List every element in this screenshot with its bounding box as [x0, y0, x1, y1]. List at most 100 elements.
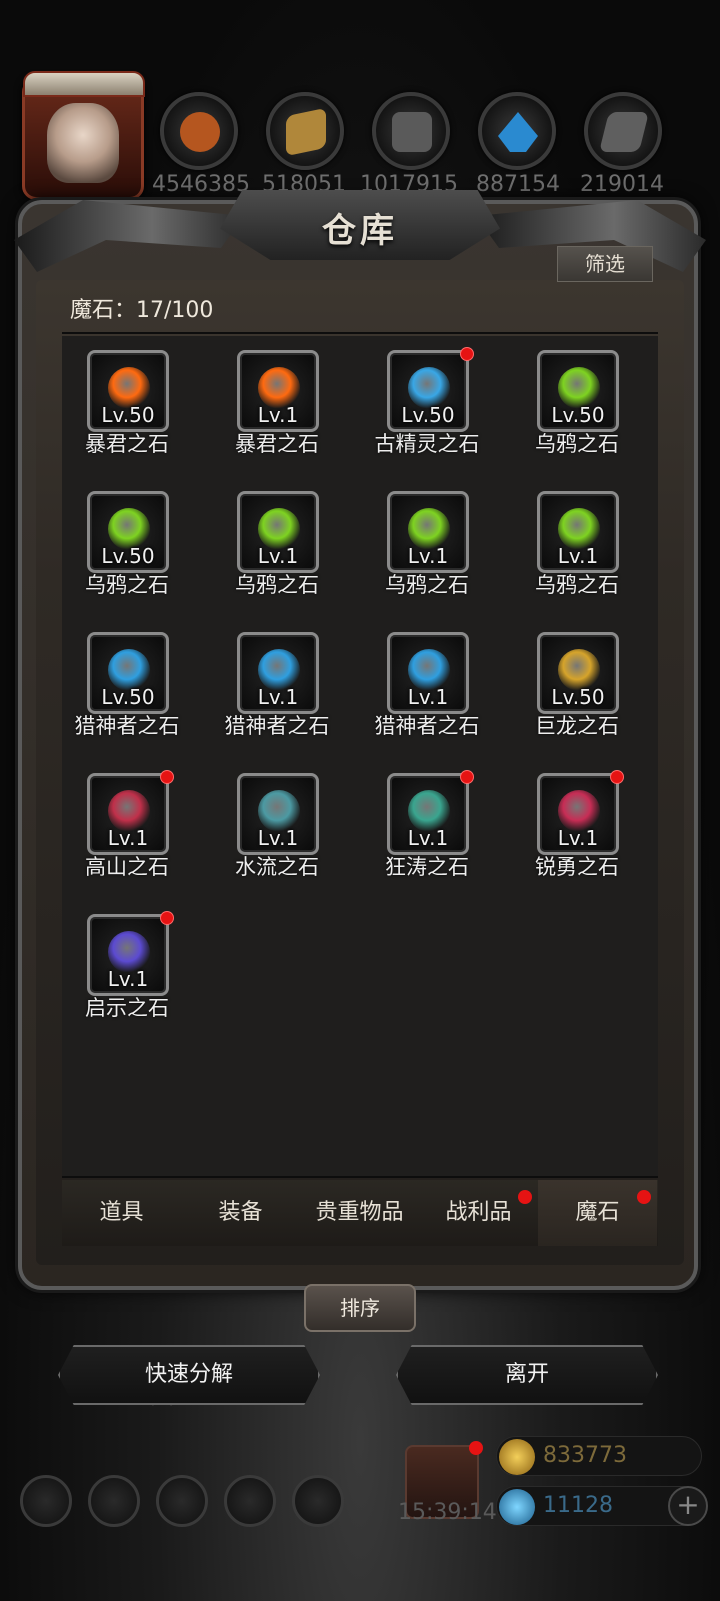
item-level: Lv.1: [407, 826, 449, 850]
stone-item[interactable]: Lv.1 乌鸦之石: [352, 481, 502, 601]
gold-amount: 833773: [543, 1443, 627, 1468]
resource-meat[interactable]: [160, 92, 238, 170]
item-slot: Lv.1: [387, 491, 469, 573]
item-name: 狂涛之石: [385, 855, 469, 879]
stone-item[interactable]: Lv.1 猎神者之石: [202, 622, 352, 742]
resource-crystal[interactable]: [478, 92, 556, 170]
guild-icon[interactable]: [292, 1475, 344, 1527]
item-level: Lv.50: [101, 403, 155, 427]
stone-item[interactable]: Lv.1 猎神者之石: [352, 622, 502, 742]
avatar-crest: [23, 71, 145, 97]
stone-item[interactable]: Lv.50 巨龙之石: [502, 622, 652, 742]
rank-icon[interactable]: [156, 1475, 208, 1527]
gem-amount: 11128: [543, 1493, 613, 1518]
resource-iron-value: 219014: [580, 172, 664, 197]
item-name: 水流之石: [235, 855, 319, 879]
category-tabs: 道具 装备 贵重物品 战利品 魔石: [62, 1180, 658, 1246]
tab-label: 装备: [218, 1200, 263, 1225]
filter-button[interactable]: 筛选: [557, 246, 653, 282]
item-slot: Lv.50: [87, 350, 169, 432]
gem-coin-icon: [499, 1489, 535, 1525]
item-level: Lv.50: [401, 403, 455, 427]
stone-item[interactable]: Lv.50 暴君之石: [52, 340, 202, 460]
item-slot: Lv.1: [387, 632, 469, 714]
item-level: Lv.50: [551, 685, 605, 709]
item-level: Lv.50: [101, 685, 155, 709]
alert-dot: [460, 770, 474, 784]
stone-item[interactable]: Lv.1 启示之石: [52, 904, 202, 1024]
item-slot: Lv.1: [537, 491, 619, 573]
alert-dot: [469, 1441, 483, 1455]
stone-icon: [392, 112, 432, 152]
tab-loot[interactable]: 战利品: [419, 1180, 538, 1246]
sort-button[interactable]: 排序: [304, 1284, 416, 1332]
tab-items[interactable]: 道具: [62, 1180, 181, 1246]
item-slot: Lv.50: [87, 491, 169, 573]
item-level: Lv.50: [101, 544, 155, 568]
tab-label: 魔石: [575, 1200, 620, 1225]
divider-bottom: [62, 1176, 658, 1178]
item-name: 古精灵之石: [374, 432, 480, 456]
gift-timer: 15:39:14: [398, 1500, 497, 1525]
stone-item[interactable]: Lv.1 乌鸦之石: [502, 481, 652, 601]
item-level: Lv.1: [107, 967, 149, 991]
game-screen: 4546385 518051 1017915 887154 219014 仓库 …: [0, 0, 720, 1601]
divider-top: [62, 332, 658, 334]
meat-icon: [180, 112, 220, 152]
item-grid: [62, 336, 658, 1178]
alert-dot: [518, 1190, 532, 1204]
quick-decompose-button[interactable]: 快速分解: [58, 1345, 320, 1405]
tab-label: 战利品: [445, 1200, 512, 1225]
item-name: 乌鸦之石: [235, 573, 319, 597]
panel-title: 仓库: [322, 211, 398, 251]
item-level: Lv.1: [557, 826, 599, 850]
item-name: 启示之石: [85, 996, 169, 1020]
item-slot: Lv.1: [237, 773, 319, 855]
stone-item[interactable]: Lv.1 狂涛之石: [352, 763, 502, 883]
achievement-icon[interactable]: [88, 1475, 140, 1527]
tab-equipment[interactable]: 装备: [181, 1180, 300, 1246]
item-name: 乌鸦之石: [535, 432, 619, 456]
resource-iron[interactable]: [584, 92, 662, 170]
player-avatar[interactable]: [22, 71, 145, 200]
settings-icon[interactable]: [20, 1475, 72, 1527]
tab-valuables[interactable]: 贵重物品: [300, 1180, 419, 1246]
item-name: 猎神者之石: [374, 714, 480, 738]
item-name: 乌鸦之石: [535, 573, 619, 597]
add-currency-button[interactable]: +: [668, 1486, 708, 1526]
item-slot: Lv.1: [237, 491, 319, 573]
avatar-portrait: [47, 103, 119, 183]
item-level: Lv.1: [107, 826, 149, 850]
item-level: Lv.1: [257, 403, 299, 427]
wood-icon: [286, 107, 326, 157]
resource-stone[interactable]: [372, 92, 450, 170]
stone-item[interactable]: Lv.50 猎神者之石: [52, 622, 202, 742]
resource-wood[interactable]: [266, 92, 344, 170]
leave-button[interactable]: 离开: [396, 1345, 658, 1405]
stone-count: 魔石：17/100: [70, 298, 214, 323]
alert-dot: [610, 770, 624, 784]
item-slot: Lv.50: [87, 632, 169, 714]
item-slot: Lv.1: [87, 914, 169, 996]
stone-item[interactable]: Lv.50 乌鸦之石: [52, 481, 202, 601]
stone-item[interactable]: Lv.1 暴君之石: [202, 340, 352, 460]
gold-coin-icon: [499, 1439, 535, 1475]
item-level: Lv.1: [257, 826, 299, 850]
stone-item[interactable]: Lv.1 水流之石: [202, 763, 352, 883]
alert-dot: [160, 770, 174, 784]
item-name: 高山之石: [85, 855, 169, 879]
mail-icon[interactable]: [224, 1475, 276, 1527]
item-name: 乌鸦之石: [85, 573, 169, 597]
stone-item[interactable]: Lv.1 乌鸦之石: [202, 481, 352, 601]
item-slot: Lv.1: [387, 773, 469, 855]
item-slot: Lv.50: [537, 632, 619, 714]
item-level: Lv.1: [257, 685, 299, 709]
stone-item[interactable]: Lv.1 锐勇之石: [502, 763, 652, 883]
stone-item[interactable]: Lv.50 古精灵之石: [352, 340, 502, 460]
tab-label: 道具: [99, 1200, 144, 1225]
stone-item[interactable]: Lv.50 乌鸦之石: [502, 340, 652, 460]
alert-dot: [460, 347, 474, 361]
item-name: 锐勇之石: [535, 855, 619, 879]
tab-magic-stones[interactable]: 魔石: [538, 1180, 657, 1246]
stone-item[interactable]: Lv.1 高山之石: [52, 763, 202, 883]
